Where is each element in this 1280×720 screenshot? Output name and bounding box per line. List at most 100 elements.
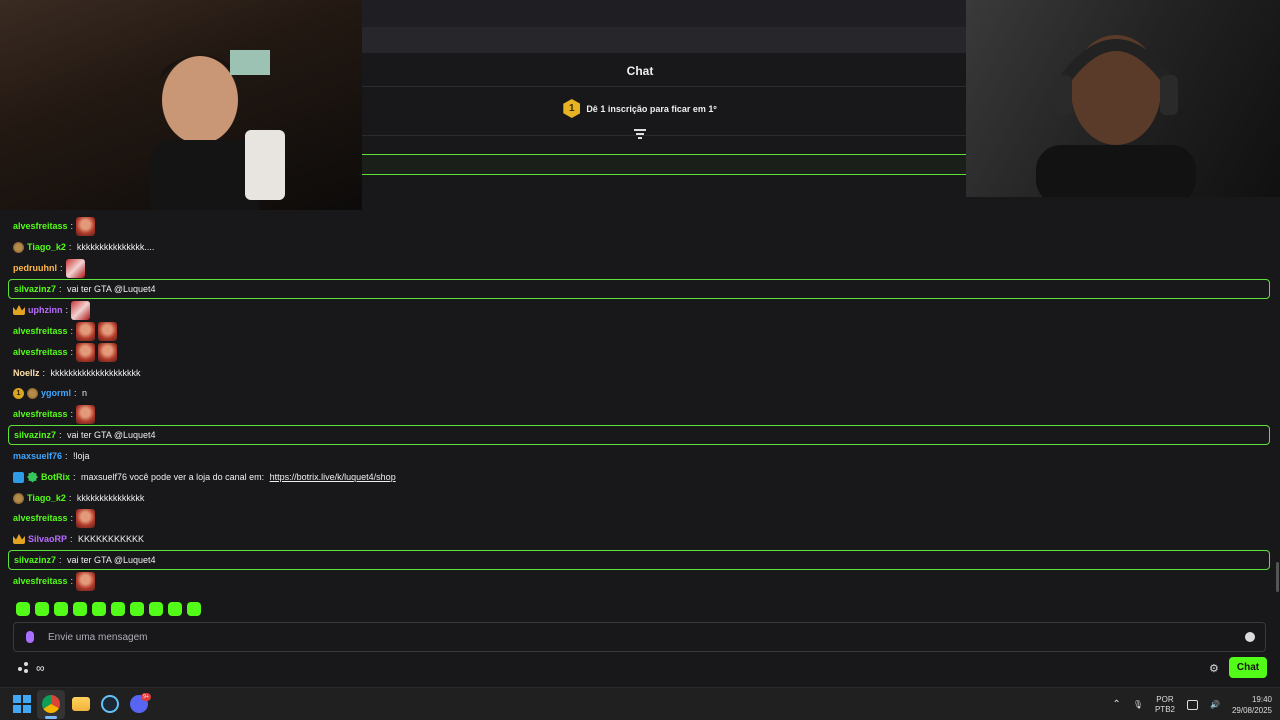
message-username[interactable]: silvazinz7 — [14, 284, 56, 294]
message-username[interactable]: alvesfreitass — [13, 409, 68, 419]
message-username[interactable]: alvesfreitass — [13, 576, 68, 586]
crown-badge-icon[interactable] — [13, 534, 25, 544]
chat-message[interactable]: pedruuhnl: — [13, 258, 85, 278]
clock-date: 29/08/2025 — [1231, 705, 1272, 715]
message-username[interactable]: alvesfreitass — [13, 326, 68, 336]
message-username[interactable]: uphzinn — [28, 305, 63, 315]
message-username[interactable]: ygorml — [41, 388, 71, 398]
message-colon: : — [68, 242, 72, 252]
chat-title: Chat — [626, 64, 654, 78]
message-text: n — [79, 388, 88, 398]
chat-message[interactable]: uphzinn: — [13, 300, 91, 320]
message-colon: : — [65, 305, 69, 315]
message-input[interactable]: Envie uma mensagem — [13, 622, 1266, 652]
quick-emote-icon[interactable] — [187, 602, 201, 616]
microphone-tray-icon[interactable]: 🎙 — [1133, 700, 1143, 709]
chat-message[interactable]: alvesfreitass: — [13, 321, 118, 341]
message-link[interactable]: https://botrix.live/k/luquet4/shop — [270, 472, 396, 482]
message-text: vai ter GTA @Luquet4 — [64, 555, 156, 565]
chat-message[interactable]: silvazinz7: vai ter GTA @Luquet4 — [14, 550, 156, 570]
emote-icon[interactable] — [76, 216, 96, 236]
microphone-icon[interactable] — [26, 631, 34, 643]
emote-icon[interactable] — [98, 342, 118, 362]
sub-badge-icon[interactable] — [13, 492, 24, 504]
chat-message[interactable]: silvazinz7: vai ter GTA @Luquet4 — [14, 425, 156, 445]
message-text: vai ter GTA @Luquet4 — [64, 430, 156, 440]
quick-emote-icon[interactable] — [35, 602, 49, 616]
quick-emote-icon[interactable] — [73, 602, 87, 616]
volume-icon[interactable]: 🔊 — [1210, 700, 1220, 709]
chat-message[interactable]: maxsuelf76: !loja — [13, 446, 90, 466]
expand-icon[interactable] — [634, 129, 646, 139]
message-username[interactable]: alvesfreitass — [13, 513, 68, 523]
emote-icon[interactable] — [76, 321, 96, 341]
message-colon: : — [65, 451, 68, 461]
quick-emote-icon[interactable] — [111, 602, 125, 616]
message-colon: : — [70, 347, 74, 357]
sub-badge-icon[interactable] — [27, 387, 38, 399]
chat-message[interactable]: SilvaoRP: KKKKKKKKKKK — [13, 529, 144, 549]
message-username[interactable]: Tiago_k2 — [27, 493, 66, 503]
webcam-left — [0, 0, 362, 210]
message-username[interactable]: alvesfreitass — [13, 221, 68, 231]
quick-emote-icon[interactable] — [130, 602, 144, 616]
windows-start-icon[interactable] — [13, 695, 31, 713]
chat-message[interactable]: alvesfreitass: — [13, 342, 118, 362]
message-username[interactable]: silvazinz7 — [14, 555, 56, 565]
chat-message[interactable]: Tiago_k2: kkkkkkkkkkkkkkk.... — [13, 237, 154, 257]
chat-message[interactable]: alvesfreitass: — [13, 571, 96, 591]
infinity-icon[interactable]: ∞ — [36, 661, 45, 675]
quick-emote-icon[interactable] — [149, 602, 163, 616]
chrome-icon[interactable] — [42, 695, 60, 713]
chevron-up-icon[interactable]: ⌃ — [1112, 699, 1120, 710]
send-chat-button[interactable]: Chat — [1229, 657, 1267, 678]
message-username[interactable]: SilvaoRP — [28, 534, 67, 544]
message-username[interactable]: silvazinz7 — [14, 430, 56, 440]
verified-badge-icon[interactable] — [27, 471, 38, 483]
system-tray: ⌃ 🎙 POR PTB2 🔊 19:40 29/08/2025 — [1112, 688, 1272, 720]
emote-icon[interactable] — [76, 342, 96, 362]
gold-badge-icon[interactable]: 1 — [13, 387, 24, 399]
chat-message[interactable]: alvesfreitass: — [13, 216, 96, 236]
emote-icon[interactable] — [76, 508, 96, 528]
emote-icon[interactable] — [65, 258, 85, 278]
message-username[interactable]: maxsuelf76 — [13, 451, 62, 461]
chat-message[interactable]: Noellz: kkkkkkkkkkkkkkkkkkkk — [13, 363, 141, 383]
message-colon: : — [59, 430, 62, 440]
message-colon: : — [70, 513, 74, 523]
chat-message[interactable]: alvesfreitass: — [13, 508, 96, 528]
network-icon[interactable] — [1186, 699, 1198, 710]
chat-message[interactable]: BotRix: maxsuelf76 você pode ver a loja … — [13, 467, 396, 487]
quick-emote-icon[interactable] — [168, 602, 182, 616]
gear-icon[interactable]: ⚙ — [1209, 662, 1219, 675]
emote-icon[interactable] — [98, 321, 118, 341]
steam-icon[interactable] — [101, 695, 119, 713]
sub-badge-icon[interactable] — [13, 241, 24, 253]
message-username[interactable]: alvesfreitass — [13, 347, 68, 357]
chat-message[interactable]: silvazinz7: vai ter GTA @Luquet4 — [14, 279, 156, 299]
chat-scrollbar[interactable] — [1276, 562, 1279, 592]
language-indicator[interactable]: POR PTB2 — [1155, 695, 1175, 715]
chat-message[interactable]: alvesfreitass: — [13, 404, 96, 424]
quick-emote-icon[interactable] — [92, 602, 106, 616]
chat-message[interactable]: Tiago_k2: kkkkkkkkkkkkkkk — [13, 488, 144, 508]
file-explorer-icon[interactable] — [72, 697, 90, 711]
message-username[interactable]: BotRix — [41, 472, 70, 482]
rank-hex-icon: 1 — [563, 99, 581, 118]
points-icon[interactable] — [18, 662, 30, 674]
emote-icon[interactable] — [76, 571, 96, 591]
message-colon: : — [70, 409, 74, 419]
bot-badge-icon[interactable] — [13, 471, 24, 483]
crown-badge-icon[interactable] — [13, 305, 25, 315]
emote-icon[interactable] — [71, 300, 91, 320]
message-username[interactable]: Tiago_k2 — [27, 242, 66, 252]
emote-tray — [16, 602, 201, 616]
clock[interactable]: 19:40 29/08/2025 — [1232, 694, 1272, 716]
quick-emote-icon[interactable] — [54, 602, 68, 616]
message-username[interactable]: pedruuhnl — [13, 263, 57, 273]
emote-icon[interactable] — [76, 404, 96, 424]
emoji-icon[interactable] — [1245, 632, 1255, 642]
quick-emote-icon[interactable] — [16, 602, 30, 616]
chat-message[interactable]: 1 ygorml: n — [13, 383, 87, 403]
message-username[interactable]: Noellz — [13, 368, 40, 378]
